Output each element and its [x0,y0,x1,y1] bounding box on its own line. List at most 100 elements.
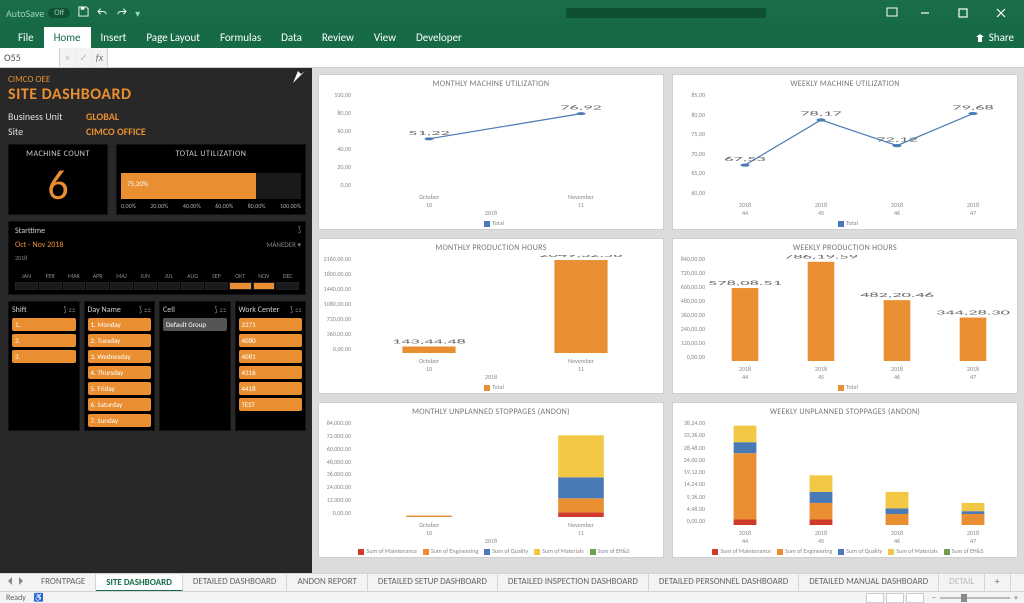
sheet-tab[interactable]: DETAILED INSPECTION DASHBOARD [498,574,649,591]
chart-monthly_hours[interactable]: MONTHLY PRODUCTION HOURS2160,00.001800,0… [318,238,664,394]
month-cell[interactable] [110,282,133,290]
sheet-tab[interactable]: ANDON REPORT [287,574,367,591]
ribbon-tab-formulas[interactable]: Formulas [210,27,271,48]
month-label: FEB [39,272,62,280]
month-cell[interactable] [63,282,86,290]
ribbon-tab-data[interactable]: Data [271,27,312,48]
share-button[interactable]: Share [965,27,1024,48]
sheet-tab[interactable]: DETAILED MANUAL DASHBOARD [799,574,939,591]
month-label: NOV [253,272,276,280]
sheet-tab[interactable]: SITE DASHBOARD [96,575,183,591]
sheet-tab[interactable]: DETAILED DASHBOARD [183,574,288,591]
ribbon-display-icon[interactable] [886,6,898,21]
slicer-item[interactable]: 4316 [239,366,303,379]
slicer-item[interactable]: TEST [239,398,303,411]
slicer-item[interactable]: 4. Thursday [88,366,152,379]
zoom-slider[interactable]: −+ [932,593,1018,603]
month-cell[interactable] [229,282,252,290]
svg-text:72,12: 72,12 [876,135,918,143]
timeline-unit[interactable]: MÅNEDER ▾ [266,240,301,249]
month-cell[interactable] [205,282,228,290]
save-icon[interactable] [78,6,89,20]
add-sheet-button[interactable]: + [985,574,1010,591]
slicer-item[interactable]: Default Group [163,318,227,331]
ribbon-tab-insert[interactable]: Insert [91,27,137,48]
fx-icon[interactable]: fx [92,48,108,67]
ribbon-tab-home[interactable]: Home [44,27,91,48]
formula-input[interactable] [108,48,1024,67]
accessibility-icon[interactable]: ♿ [34,593,44,603]
slicer-item[interactable]: 4418 [239,382,303,395]
sheet-tab[interactable]: FRONTPAGE [31,574,96,591]
month-cell[interactable] [15,282,38,290]
slicer-item[interactable]: 4081 [239,350,303,363]
tab-nav-next[interactable] [17,577,25,588]
slicer-icons[interactable]: ⟆ ⚏ [214,305,226,315]
cell-slicer[interactable]: Cell ⟆ ⚏ Default Group [159,301,231,431]
close-button[interactable] [984,3,1018,23]
total-util-gauge: 75,20% [121,173,301,199]
ribbon-tab-file[interactable]: File [8,27,44,48]
fx-cancel-icon[interactable]: × [60,48,76,67]
slicer-item[interactable]: 2. Tuesday [88,334,152,347]
wc-slicer[interactable]: Work Center⟆ ⚏ 22714080408143164418TEST [235,301,307,431]
month-cell[interactable] [134,282,157,290]
slicer-item[interactable]: 5. Friday [88,382,152,395]
slicer-item[interactable]: 3. [12,350,76,363]
chart-weekly_util[interactable]: WEEKLY MACHINE UTILIZATION85,0080,0075,0… [672,74,1018,230]
month-cell[interactable] [158,282,181,290]
ribbon-tab-page-layout[interactable]: Page Layout [136,27,210,48]
chart-monthly_stop[interactable]: MONTHLY UNPLANNED STOPPAGES (ANDON)84,00… [318,402,664,558]
tab-nav-prev[interactable] [6,577,14,588]
slicer-icons[interactable]: ⟆ ⚏ [139,305,151,315]
chart-weekly_stop[interactable]: WEEKLY UNPLANNED STOPPAGES (ANDON)38,24.… [672,402,1018,558]
day-slicer[interactable]: Day Name ⟆ ⚏ 1. Monday 2. Tuesday 3. Wednes… [84,301,156,431]
month-cell[interactable] [181,282,204,290]
sheet-tab[interactable]: DETAIL [939,574,985,591]
month-label: JUN [134,272,157,280]
total-util-label: TOTAL UTILIZATION [176,149,247,159]
cell-title: Cell [163,305,175,315]
slicer-item[interactable]: 1. [12,318,76,331]
view-page-layout-icon[interactable] [886,593,904,603]
slicer-item[interactable]: 1. Monday [88,318,152,331]
chart-monthly_util[interactable]: MONTHLY MACHINE UTILIZATION100,0080,0060… [318,74,664,230]
maximize-button[interactable] [946,3,980,23]
chart-weekly_hours[interactable]: WEEKLY PRODUCTION HOURS840,00.00720,00.0… [672,238,1018,394]
clear-filter-icon[interactable]: ⟆ [298,225,301,235]
timeline-year: 2018 [15,254,299,262]
slicer-item[interactable]: 2. [12,334,76,347]
ribbon-tab-developer[interactable]: Developer [406,27,472,48]
redo-icon[interactable] [116,6,127,20]
undo-icon[interactable] [97,6,108,20]
machine-count-value: 6 [47,165,68,207]
slicer-item[interactable]: 4080 [239,334,303,347]
chart-legend: Total [319,219,663,227]
sheet-tab[interactable]: DETAILED SETUP DASHBOARD [368,574,498,591]
slicer-icons[interactable]: ⟆ ⚏ [290,305,302,315]
month-cell[interactable] [86,282,109,290]
autosave-toggle[interactable]: AutoSave Off [6,7,70,20]
day-title: Day Name [88,305,121,315]
slicer-icons[interactable]: ⟆ ⚏ [63,305,75,315]
month-cell[interactable] [253,282,276,290]
slicer-item[interactable]: 7. Sunday [88,414,152,427]
svg-text:79,68: 79,68 [952,103,994,111]
slicer-item[interactable]: 2271 [239,318,303,331]
fx-accept-icon[interactable]: ✓ [76,48,92,67]
ribbon-tab-review[interactable]: Review [312,27,364,48]
slicer-item[interactable]: 3. Wednesday [88,350,152,363]
view-normal-icon[interactable] [866,593,884,603]
view-page-break-icon[interactable] [906,593,924,603]
name-box[interactable]: O55 [0,48,60,67]
minimize-button[interactable] [908,3,942,23]
ribbon-tab-view[interactable]: View [364,27,406,48]
slicer-item[interactable]: 6. Saturday [88,398,152,411]
month-label: SEP [205,272,228,280]
month-cell[interactable] [39,282,62,290]
timeline-slicer[interactable]: Starttime ⟆ Oct - Nov 2018 MÅNEDER ▾ 201… [8,221,306,295]
shift-slicer[interactable]: Shift⟆ ⚏ 1.2.3. [8,301,80,431]
month-cell[interactable] [276,282,299,290]
sheet-tab[interactable]: DETAILED PERSONNEL DASHBOARD [649,574,799,591]
status-ready: Ready [6,593,26,603]
